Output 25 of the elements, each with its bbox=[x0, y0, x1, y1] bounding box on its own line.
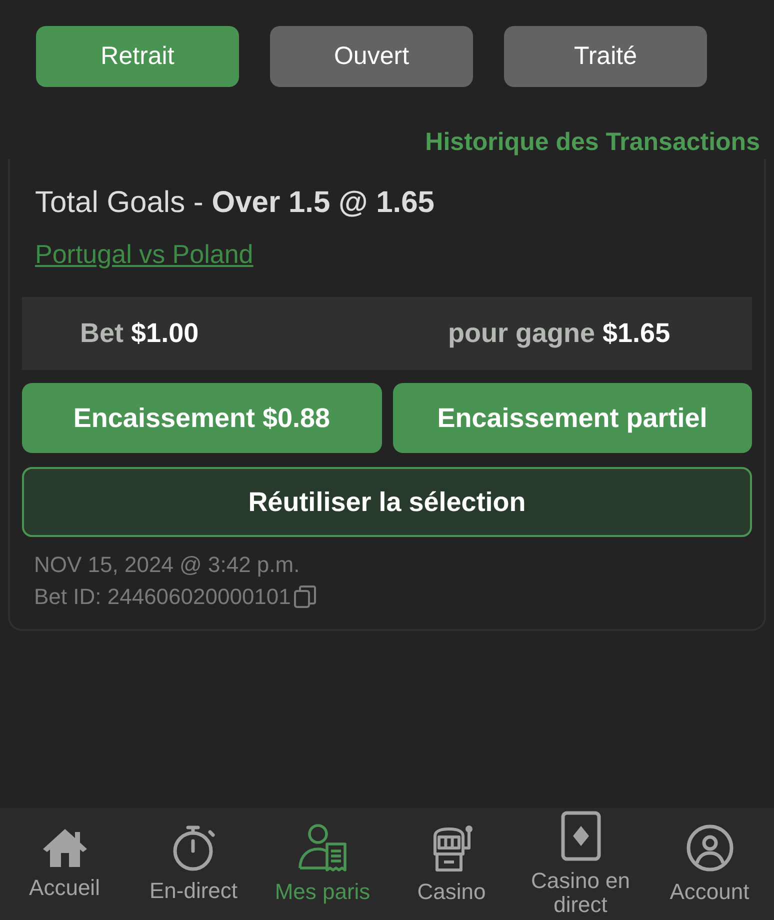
user-circle-icon bbox=[686, 824, 734, 872]
copy-icon[interactable] bbox=[292, 585, 317, 609]
stake-amount: Bet $1.00 bbox=[80, 317, 200, 350]
filter-tab[interactable]: Retrait bbox=[36, 26, 239, 87]
nav-tab[interactable]: Account bbox=[645, 808, 774, 920]
filter-tab[interactable]: Ouvert bbox=[270, 26, 473, 87]
bet-id: Bet ID: 244606020000101 bbox=[34, 583, 291, 611]
nav-tab[interactable]: Accueil bbox=[0, 808, 129, 920]
person-receipt-icon bbox=[298, 824, 348, 872]
playing-card-icon bbox=[560, 811, 600, 861]
event-link[interactable]: Portugal vs Poland bbox=[35, 239, 254, 269]
payout-amount: pour gagne $1.65 bbox=[448, 317, 670, 350]
bet-date: NOV 15, 2024 @ 3:42 p.m. bbox=[34, 551, 301, 579]
stopwatch-icon bbox=[170, 825, 216, 871]
filter-tab[interactable]: Traité bbox=[504, 26, 707, 87]
house-icon bbox=[42, 828, 88, 868]
cash-out-button[interactable]: Encaissement $0.88 bbox=[22, 383, 382, 453]
nav-tab[interactable]: En-direct bbox=[129, 808, 258, 920]
nav-tab[interactable]: Casino en direct bbox=[516, 808, 645, 920]
cash-out-button[interactable]: Encaissement partiel bbox=[392, 383, 752, 453]
reuse-selection-button[interactable]: Réutiliser la sélection bbox=[22, 467, 752, 537]
nav-tab[interactable]: Mes paris bbox=[258, 808, 387, 920]
bet-market-title: Total Goals - Over 1.5 @ 1.65 bbox=[35, 185, 436, 221]
transaction-history-link[interactable]: Historique des Transactions bbox=[425, 127, 760, 157]
nav-tab[interactable]: Casino bbox=[387, 808, 516, 920]
